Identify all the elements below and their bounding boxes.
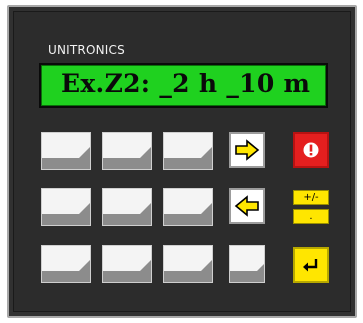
- sign-key[interactable]: +/-: [293, 190, 329, 205]
- blank-key-r2-c2[interactable]: [102, 188, 152, 226]
- lcd-display: Ex.Z2: _2 h _10 m: [39, 63, 328, 108]
- blank-key-r1-c3[interactable]: [163, 132, 213, 170]
- alarm-key[interactable]: [293, 132, 329, 168]
- blank-key-r2-c3[interactable]: [163, 188, 213, 226]
- right-arrow-icon: [235, 139, 260, 161]
- exclamation-icon: [303, 142, 319, 158]
- blank-key-r1-c2[interactable]: [102, 132, 152, 170]
- display-text: Ex.Z2: _2 h _10 m: [61, 69, 311, 98]
- enter-icon: [303, 259, 318, 272]
- blank-key-r3-c1[interactable]: [41, 245, 91, 283]
- blank-key-r3-c4[interactable]: [229, 245, 265, 283]
- left-arrow-key[interactable]: [229, 188, 265, 224]
- blank-key-r1-c1[interactable]: [41, 132, 91, 170]
- brand-label: UNITRONICS: [48, 43, 125, 57]
- left-arrow-icon: [234, 195, 259, 217]
- blank-key-r2-c1[interactable]: [41, 188, 91, 226]
- decimal-key[interactable]: .: [293, 209, 329, 224]
- enter-key[interactable]: [293, 247, 329, 283]
- blank-key-r3-c2[interactable]: [102, 245, 152, 283]
- right-arrow-key[interactable]: [229, 132, 265, 168]
- blank-key-r3-c3[interactable]: [163, 245, 213, 283]
